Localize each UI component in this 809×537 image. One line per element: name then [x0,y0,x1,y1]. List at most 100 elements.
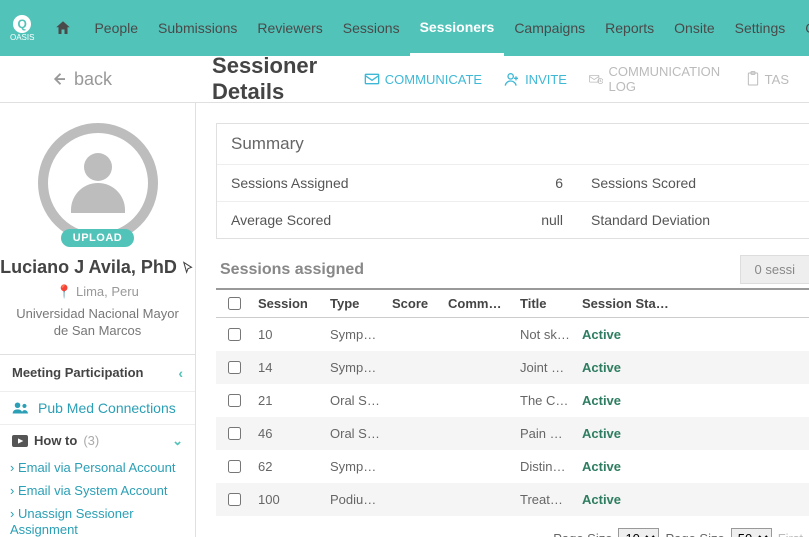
cell-status: Active [576,492,676,507]
nav-settings[interactable]: Settings [725,0,796,56]
row-select-cell [216,361,252,374]
cell-status: Active [576,360,676,375]
summary-row: Sessions Assigned6Sessions Scored [217,165,809,201]
howto-item[interactable]: Email via System Account [0,480,195,503]
row-select-cell [216,427,252,440]
top-nav: Q OASIS PeopleSubmissionsReviewersSessio… [0,0,809,56]
cell-type: Sympo… [324,327,386,342]
col-comments[interactable]: Comme… [442,296,514,311]
table-row[interactable]: 100Podiu… Treatm…Active [216,483,809,516]
cell-session: 46 [252,426,324,441]
howto-list: Email via Personal AccountEmail via Syst… [0,457,195,537]
row-checkbox[interactable] [228,427,241,440]
upload-button[interactable]: UPLOAD [61,229,134,247]
logo[interactable]: Q OASIS [10,15,34,42]
page-size-label-1: Page Size [553,531,612,537]
nav-submissions[interactable]: Submissions [148,0,247,56]
nav-sessions[interactable]: Sessions [333,0,410,56]
cell-title: Joint V… [514,360,576,375]
table-row[interactable]: 14Sympo…Joint V…Active [216,351,809,384]
pubmed-link[interactable]: Pub Med Connections [0,392,195,424]
cell-title: Treatm… [514,492,576,507]
table-row[interactable]: 21Oral Se…The CA…Active [216,384,809,417]
nav-onsite[interactable]: Onsite [664,0,724,56]
people-icon [12,401,30,415]
pager-first[interactable]: First [778,531,803,537]
howto-count: (3) [83,433,99,448]
row-checkbox[interactable] [228,361,241,374]
invite-button[interactable]: INVITE [504,71,567,87]
howto-toggle[interactable]: How to (3) ⌄ [0,425,195,457]
pager: Page Size 10 Page Size 50 First [216,516,809,537]
row-checkbox[interactable] [228,328,241,341]
meeting-participation-label: Meeting Participation [12,365,143,380]
back-button[interactable]: back [50,69,112,90]
sidebar-section-meeting: Meeting Participation ‹ [0,354,195,391]
nav-people[interactable]: People [84,0,148,56]
howto-item[interactable]: Email via Personal Account [0,457,195,480]
summary-value: 6 [417,165,577,201]
play-icon [12,435,28,447]
row-checkbox[interactable] [228,394,241,407]
page-size-select-2[interactable]: 50 [731,528,772,537]
row-checkbox[interactable] [228,493,241,506]
tasks-label: TAS [765,72,789,87]
page-title: Sessioner Details [212,53,364,105]
page-size-label-2: Page Size [665,531,724,537]
col-score[interactable]: Score [386,296,442,311]
howto-item[interactable]: Unassign Sessioner Assignment [0,503,195,537]
cell-type: Sympo… [324,459,386,474]
cell-session: 14 [252,360,324,375]
cell-session: 21 [252,393,324,408]
person-org: Universidad Nacional Mayor de San Marcos [0,306,195,340]
sessions-header: Sessions assigned 0 sessi [216,255,809,284]
table-row[interactable]: 46Oral Se…Pain M…Active [216,417,809,450]
chevron-down-icon: ⌄ [172,433,183,449]
howto-label: How to [34,433,77,448]
row-select-cell [216,493,252,506]
back-label: back [74,69,112,90]
meeting-participation-toggle[interactable]: Meeting Participation ‹ [0,355,195,391]
tasks-button[interactable]: TAS [746,71,789,87]
summary-title: Summary [217,124,809,165]
cell-session: 10 [252,327,324,342]
nav-configuration[interactable]: Configuration [795,0,809,56]
cell-status: Active [576,459,676,474]
summary-label: Average Scored [217,202,417,238]
cell-title: Not ski… [514,327,576,342]
cursor-icon [181,261,195,275]
nav-items: PeopleSubmissionsReviewersSessionsSessio… [84,0,809,56]
logo-icon: Q [13,15,31,33]
nav-campaigns[interactable]: Campaigns [504,0,595,56]
nav-reviewers[interactable]: Reviewers [247,0,332,56]
col-title[interactable]: Title [514,296,576,311]
select-all-cell [216,297,252,310]
home-icon[interactable] [54,19,72,37]
row-checkbox[interactable] [228,460,241,473]
nav-sessioners[interactable]: Sessioners [410,0,505,56]
summary-row: Average ScorednullStandard Deviation [217,201,809,238]
content: Summary Sessions Assigned6Sessions Score… [196,103,809,537]
communication-log-button[interactable]: COMMUNICATION LOG [589,64,724,94]
cell-session: 100 [252,492,324,507]
person-location: 📍 Lima, Peru [56,284,139,300]
nav-reports[interactable]: Reports [595,0,664,56]
communicate-label: COMMUNICATE [385,72,482,87]
avatar[interactable] [38,123,158,243]
table-row[interactable]: 62Sympo…Distinc…Active [216,450,809,483]
action-links: COMMUNICATE INVITE COMMUNICATION LOG TAS [364,64,789,94]
summary-label-right: Sessions Scored [577,165,797,201]
page-size-select-1[interactable]: 10 [618,528,659,537]
table-row[interactable]: 10Sympo… Not ski…Active [216,318,809,351]
col-status[interactable]: Session Status [576,296,676,311]
cell-title: Pain M… [514,426,576,441]
communicate-button[interactable]: COMMUNICATE [364,72,482,87]
col-type[interactable]: Type [324,296,386,311]
select-all-checkbox[interactable] [228,297,241,310]
cell-type: Podiu… [324,492,386,507]
person-name: Luciano J Avila, PhD [0,257,195,278]
cell-title: Distinc… [514,459,576,474]
col-session[interactable]: Session [252,296,324,311]
sessions-title: Sessions assigned [216,261,740,279]
cell-status: Active [576,327,676,342]
